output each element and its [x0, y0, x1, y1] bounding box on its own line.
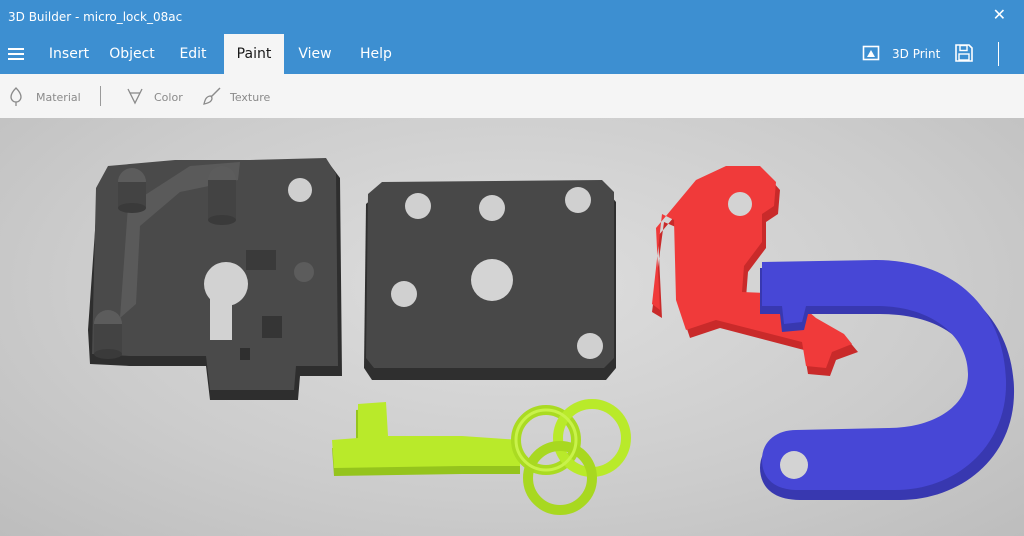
menu-view[interactable]: View [288, 34, 342, 74]
shackle[interactable] [760, 260, 1015, 500]
toolbar-separator [100, 86, 101, 106]
paint-toolbar: Material Color Texture [0, 74, 1024, 118]
color-button[interactable]: Color [126, 86, 186, 106]
title-bar: 3D Builder - micro_lock_08ac ✕ [0, 0, 1024, 34]
color-brush-icon [127, 88, 143, 105]
material-label: Material [36, 91, 81, 104]
color-label: Color [154, 91, 183, 104]
3d-viewport[interactable] [0, 118, 1024, 536]
menu-paint[interactable]: Paint [224, 34, 284, 74]
lock-plate[interactable] [364, 180, 616, 380]
3d-print-icon [862, 45, 880, 61]
menu-edit[interactable]: Edit [166, 34, 220, 74]
key[interactable] [332, 399, 631, 515]
menu-separator [998, 42, 999, 66]
window-close-button[interactable]: ✕ [993, 5, 1006, 24]
window-title: 3D Builder - micro_lock_08ac [8, 10, 183, 24]
menu-insert[interactable]: Insert [40, 34, 98, 74]
lock-body[interactable] [88, 158, 342, 400]
save-icon[interactable] [954, 43, 974, 63]
scene [88, 158, 1015, 515]
texture-label: Texture [230, 91, 271, 104]
menu-bar: Insert Object Edit Paint View Help 3D Pr… [0, 34, 1024, 74]
menu-object[interactable]: Object [100, 34, 164, 74]
menu-help[interactable]: Help [348, 34, 404, 74]
material-button[interactable]: Material [8, 86, 81, 106]
3d-print-label: 3D Print [892, 47, 941, 61]
material-drop-icon [10, 87, 22, 106]
texture-button[interactable]: Texture [202, 86, 272, 106]
hamburger-menu-icon[interactable] [8, 45, 24, 63]
texture-brush-icon [203, 87, 221, 105]
